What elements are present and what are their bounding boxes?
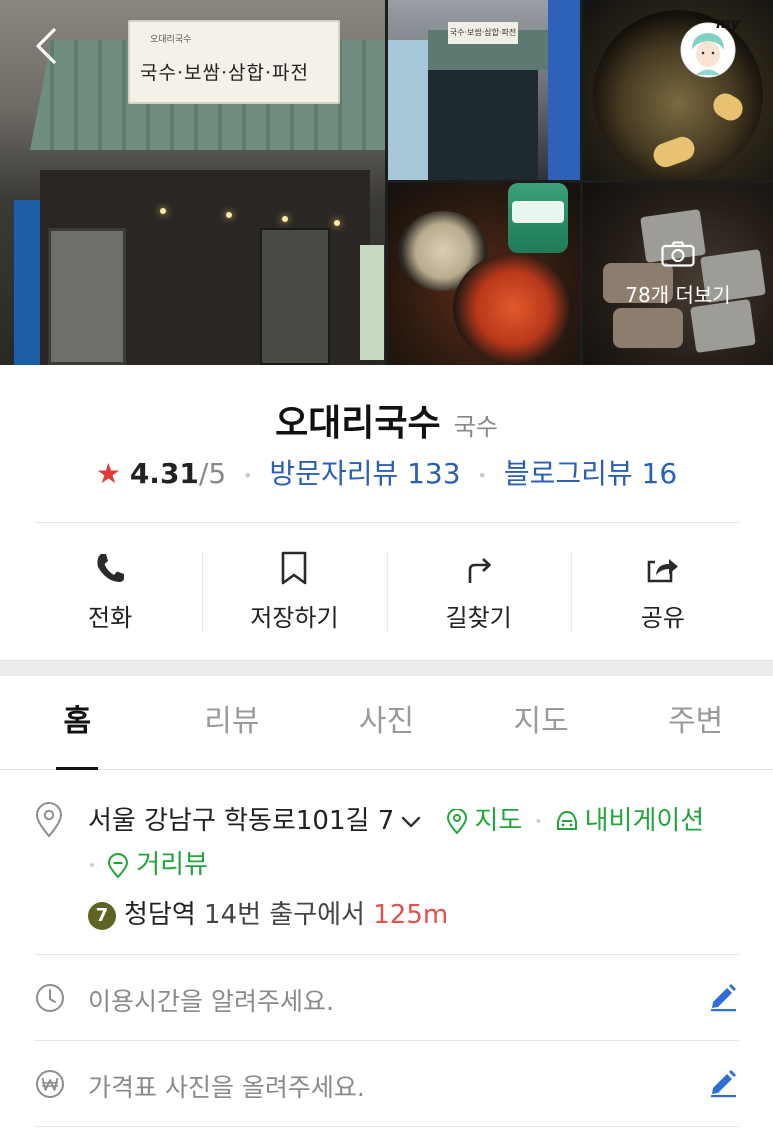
more-photos-label: 78개 더보기 (625, 282, 731, 307)
street-blue-sign (548, 0, 580, 180)
streetview-link-label: 거리뷰 (136, 850, 209, 880)
blog-review-link[interactable]: 블로그리뷰 16 (504, 457, 677, 490)
street-shopfront (428, 70, 538, 180)
place-category: 국수 (453, 413, 498, 441)
map-pin-icon (446, 808, 467, 834)
won-icon (36, 1070, 64, 1098)
map-link-label: 지도 (474, 806, 523, 836)
bookmark-icon (282, 551, 307, 585)
hours-row[interactable]: 이용시간을 알려주세요. (34, 958, 739, 1038)
tab-home[interactable]: 홈 (0, 676, 155, 770)
share-label: 공유 (640, 604, 685, 632)
neighbor-shop (388, 40, 428, 180)
save-label: 저장하기 (250, 604, 339, 632)
subway-line-badge: 7 (88, 901, 116, 930)
action-bar: 전화 저장하기 길찾기 공유 (18, 540, 755, 640)
share-icon (647, 559, 678, 583)
navigation-link-label: 내비게이션 (584, 806, 705, 836)
hours-prompt: 이용시간을 알려주세요. (88, 987, 334, 1016)
photo-kimchi[interactable] (388, 183, 580, 365)
call-label: 전화 (88, 604, 133, 632)
edit-pencil-icon[interactable] (707, 1066, 739, 1098)
sign-subtext: 오대리국수 (150, 35, 192, 45)
storefront-sign: 오대리국수 국수·보쌈·삼합·파전 (128, 20, 340, 104)
rating-score: 4.31 (129, 457, 199, 490)
beer-banner (14, 200, 40, 365)
tab-reviews[interactable]: 리뷰 (155, 676, 310, 769)
back-chevron-icon[interactable] (28, 26, 68, 66)
navigation-link[interactable]: 내비게이션 (555, 806, 705, 836)
place-name: 오대리국수 (275, 403, 441, 444)
station-exit: 14번 출구에서 (204, 900, 365, 930)
poster-banner (360, 245, 384, 360)
section-separator (0, 660, 773, 676)
tab-photos[interactable]: 사진 (309, 676, 464, 769)
separator-dot: • (477, 465, 487, 485)
storefront-window (48, 228, 126, 365)
phone-icon (97, 554, 125, 582)
rating-row: ★ 4.31/5 • 방문자리뷰 133 • 블로그리뷰 16 (0, 452, 773, 492)
lamp (160, 208, 166, 214)
divider (34, 522, 739, 523)
divider (34, 954, 739, 955)
photo-grid[interactable]: 오대리국수 국수·보쌈·삼합·파전 국수·보쌈·삼합·파전 78개 더보기 my (0, 0, 773, 365)
divider (34, 1126, 739, 1127)
street-sign: 국수·보쌈·삼합·파전 (448, 22, 518, 44)
directions-button[interactable]: 길찾기 (386, 540, 571, 640)
soju-label (512, 201, 564, 223)
sign-text: 국수·보쌈·삼합·파전 (140, 62, 309, 84)
clock-icon (36, 984, 64, 1012)
address-line: 서울 강남구 학동로101길 7 지도 • 내비게이션 (88, 800, 704, 837)
tab-nearby[interactable]: 주변 (618, 676, 773, 769)
my-avatar-icon[interactable]: my (672, 14, 744, 78)
call-button[interactable]: 전화 (18, 540, 202, 640)
chevron-down-icon[interactable] (400, 811, 422, 833)
car-icon (556, 810, 577, 830)
kimchi-dish (453, 253, 573, 363)
directions-label: 길찾기 (445, 604, 512, 632)
lamp (226, 212, 232, 218)
star-icon: ★ (95, 457, 121, 490)
directions-icon (468, 558, 491, 583)
location-pin-icon (35, 802, 63, 838)
subway-info: 7 청담역 14번 출구에서 125m (88, 894, 448, 931)
address-line-2: • 거리뷰 (88, 844, 208, 881)
save-button[interactable]: 저장하기 (202, 540, 386, 640)
address-text[interactable]: 서울 강남구 학동로101길 7 (88, 806, 394, 836)
separator-dot: • (88, 857, 97, 874)
title-row: 오대리국수 국수 (0, 394, 773, 446)
share-button[interactable]: 공유 (570, 540, 755, 640)
storefront-door (260, 228, 330, 365)
lamp (282, 216, 288, 222)
rating-outof: /5 (198, 457, 227, 490)
avatar-my-text: my (716, 16, 741, 32)
photo-street[interactable]: 국수·보쌈·삼합·파전 (388, 0, 580, 180)
separator-dot: • (534, 813, 543, 830)
camera-icon (661, 240, 695, 267)
map-link[interactable]: 지도 (445, 806, 523, 836)
tab-map[interactable]: 지도 (464, 676, 619, 769)
separator-dot: • (243, 465, 253, 485)
tab-bar: 홈 리뷰 사진 지도 주변 (0, 676, 773, 770)
visitor-review-link[interactable]: 방문자리뷰 133 (269, 457, 460, 490)
streetview-icon (108, 852, 129, 878)
station-distance: 125m (373, 900, 449, 930)
streetview-link[interactable]: 거리뷰 (106, 850, 208, 880)
price-prompt: 가격표 사진을 올려주세요. (88, 1073, 365, 1102)
edit-pencil-icon[interactable] (707, 980, 739, 1012)
more-photos-button[interactable]: 78개 더보기 (583, 183, 773, 365)
divider (34, 1040, 739, 1041)
lamp (334, 220, 340, 226)
station-name: 청담역 (124, 900, 196, 930)
price-row[interactable]: 가격표 사진을 올려주세요. (34, 1044, 739, 1124)
